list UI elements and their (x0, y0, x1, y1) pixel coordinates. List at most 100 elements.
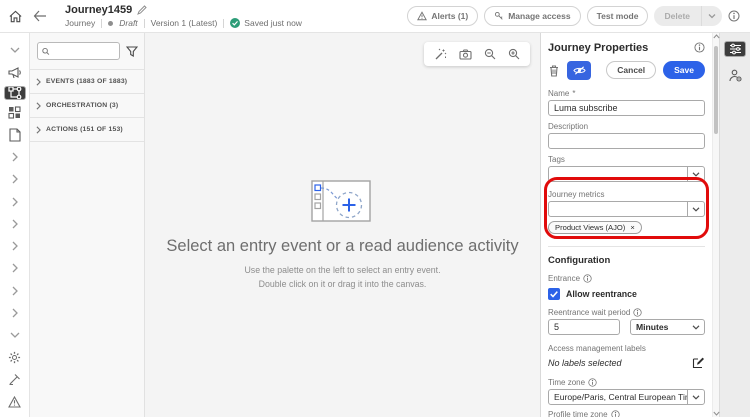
alerts-button[interactable]: Alerts (1) (407, 6, 479, 26)
journey-metrics-select[interactable] (548, 201, 705, 217)
mute-alerts-eye-off-button[interactable] (567, 60, 591, 80)
empty-canvas-illustration (310, 180, 371, 222)
save-button[interactable]: Save (663, 61, 705, 79)
delete-button[interactable]: Delete (654, 6, 722, 26)
timezone-label: Time zone (548, 378, 705, 387)
allow-reentrance-checkbox-row[interactable]: Allow reentrance (548, 288, 705, 300)
profile-settings-person-icon[interactable] (724, 64, 746, 86)
journey-properties-panel: Journey Properties Cancel Save Name * Lu… (540, 33, 712, 417)
properties-info-icon[interactable] (694, 42, 705, 53)
palette-search-row (30, 33, 144, 69)
timezone-select[interactable]: Europe/Paris, Central European Time, ... (548, 389, 705, 405)
delete-journey-trash-icon[interactable] (548, 64, 560, 77)
snapshot-camera-icon[interactable] (459, 48, 472, 60)
properties-scrollbar[interactable] (712, 33, 720, 417)
wait-info-icon[interactable] (633, 308, 642, 317)
wait-unit-chevron-down-icon[interactable] (687, 320, 704, 334)
description-label: Description (548, 122, 589, 131)
nav-chevron-right-icon-1[interactable] (4, 147, 26, 167)
filter-icon[interactable] (126, 45, 138, 57)
nav-chevron-right-icon-3[interactable] (4, 191, 26, 211)
nav-chevron-right-icon-7[interactable] (4, 280, 26, 300)
tags-select[interactable] (548, 166, 705, 182)
sandboxes-icon[interactable] (4, 369, 26, 389)
top-bar-left: Journey1459 Journey Draft Version 1 (Lat… (8, 4, 302, 28)
scroll-down-arrow-icon[interactable] (713, 411, 720, 416)
timezone-chevron-down-icon[interactable] (687, 390, 704, 404)
canvas-empty-state: Select an entry event or a read audience… (145, 180, 540, 291)
top-bar: Journey1459 Journey Draft Version 1 (Lat… (0, 0, 750, 33)
palette-search-input[interactable] (52, 46, 115, 56)
reentrance-wait-row: Minutes (548, 317, 705, 335)
campaigns-megaphone-icon[interactable] (4, 62, 26, 82)
search-icon (42, 47, 50, 55)
checkbox-checked-icon[interactable] (548, 288, 560, 300)
edit-title-pencil-icon[interactable] (137, 5, 147, 15)
nav-chevron-right-icon-4[interactable] (4, 214, 26, 234)
metric-chip-label: Product Views (AJO) (555, 223, 626, 232)
app-body: EVENTS (1883 OF 1883) ORCHESTRATION (3) … (0, 33, 750, 417)
chevron-right-icon (36, 125, 41, 134)
back-arrow-icon[interactable] (33, 10, 47, 22)
delete-more-button[interactable] (701, 6, 721, 26)
chevron-right-icon (36, 101, 41, 110)
section-divider (548, 246, 705, 247)
breadcrumb: Journey Draft Version 1 (Latest) Saved j… (65, 18, 302, 28)
metric-chip-product-views[interactable]: Product Views (AJO) × (548, 221, 642, 234)
manage-access-button[interactable]: Manage access (484, 6, 581, 26)
test-mode-button[interactable]: Test mode (586, 6, 649, 26)
collapse-rail-chevron-icon[interactable] (4, 40, 26, 60)
palette-section-actions[interactable]: ACTIONS (151 OF 153) (30, 118, 144, 142)
tags-chevron-down-icon[interactable] (687, 167, 704, 181)
journeys-icon-selected[interactable] (3, 85, 26, 101)
profile-timezone-label: Profile time zone (548, 410, 705, 417)
reentrance-wait-label: Reentrance wait period (548, 308, 705, 317)
palette-search-box[interactable] (37, 42, 120, 60)
configuration-heading: Configuration (548, 255, 611, 266)
activity-palette: EVENTS (1883 OF 1883) ORCHESTRATION (3) … (30, 33, 145, 417)
required-marker: * (572, 89, 576, 98)
nav-chevron-right-icon-6[interactable] (4, 258, 26, 278)
nav-chevron-right-icon-8[interactable] (4, 303, 26, 323)
journey-title-block: Journey1459 Journey Draft Version 1 (Lat… (65, 4, 302, 28)
help-info-icon[interactable] (728, 10, 740, 22)
wait-period-input[interactable] (548, 319, 620, 335)
reports-document-icon[interactable] (4, 125, 26, 145)
cancel-button[interactable]: Cancel (606, 61, 657, 79)
palette-section-orchestration[interactable]: ORCHESTRATION (3) (30, 94, 144, 118)
wait-unit-select[interactable]: Minutes (630, 319, 705, 335)
zoom-out-icon[interactable] (484, 48, 496, 60)
dashboard-grid-icon[interactable] (4, 102, 26, 122)
description-input[interactable] (548, 133, 705, 149)
auto-arrange-wand-icon[interactable] (434, 48, 447, 61)
bottom-collapse-chevron-icon[interactable] (4, 325, 26, 345)
name-label: Name * (548, 89, 576, 98)
divider (223, 18, 225, 28)
journey-canvas[interactable]: Select an entry event or a read audience… (145, 33, 540, 417)
scroll-up-arrow-icon[interactable] (713, 34, 720, 39)
palette-section-events[interactable]: EVENTS (1883 OF 1883) (30, 70, 144, 94)
warning-triangle-icon[interactable] (4, 392, 26, 412)
version-label[interactable]: Version 1 (Latest) (151, 18, 218, 28)
scrollbar-thumb[interactable] (714, 46, 718, 134)
home-icon[interactable] (8, 9, 23, 24)
canvas-toolbar (424, 42, 530, 66)
timezone-info-icon[interactable] (588, 378, 597, 387)
edit-labels-icon[interactable] (692, 356, 705, 369)
zoom-in-icon[interactable] (508, 48, 520, 60)
chip-remove-icon[interactable]: × (630, 223, 634, 232)
entrance-info-icon[interactable] (583, 274, 592, 283)
divider (101, 18, 103, 28)
journey-metrics-label: Journey metrics (548, 190, 605, 199)
saved-check-icon (230, 18, 241, 28)
nav-chevron-right-icon-5[interactable] (4, 236, 26, 256)
properties-sliders-icon-selected[interactable] (724, 41, 746, 57)
name-input[interactable] (548, 100, 705, 116)
profile-timezone-info-icon[interactable] (610, 410, 620, 417)
settings-gear-icon[interactable] (4, 347, 26, 367)
nav-chevron-right-icon-2[interactable] (4, 169, 26, 189)
journey-metrics-field: Journey metrics Product Views (AJO) × (544, 177, 709, 239)
breadcrumb-journey[interactable]: Journey (65, 18, 95, 28)
journey-metrics-chevron-down-icon[interactable] (687, 202, 704, 216)
status-badge: Draft (119, 18, 138, 28)
